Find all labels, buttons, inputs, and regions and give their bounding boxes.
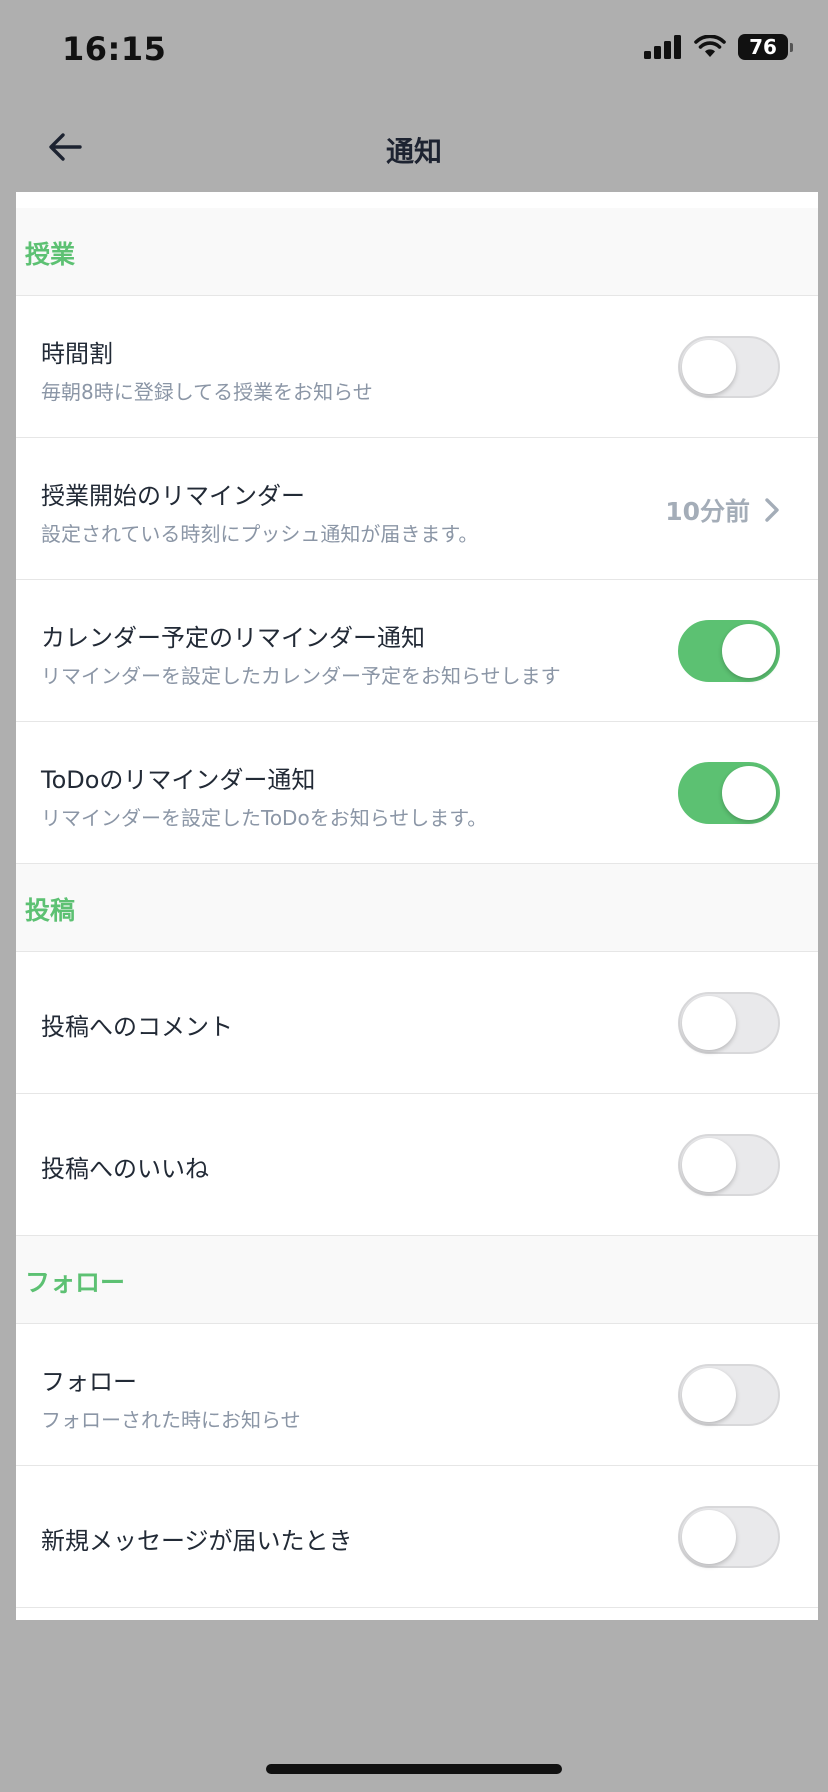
row-post-comments: 投稿へのコメント [16, 952, 818, 1094]
row-title: 新規メッセージが届いたとき [41, 1527, 353, 1555]
home-indicator [266, 1764, 562, 1774]
row-subtitle: 毎朝8時に登録してる授業をお知らせ [41, 380, 373, 404]
row-post-likes: 投稿へのいいね [16, 1094, 818, 1236]
row-new-message: 新規メッセージが届いたとき [16, 1466, 818, 1608]
todo-reminder-toggle[interactable] [678, 762, 780, 824]
post-comments-toggle[interactable] [678, 992, 780, 1054]
section-header-posts: 投稿 [16, 864, 818, 952]
toggle-knob [682, 340, 736, 394]
row-subtitle: フォローされた時にお知らせ [41, 1408, 301, 1432]
settings-list: 授業 時間割 毎朝8時に登録してる授業をお知らせ 授業開始のリマインダー 設定さ… [16, 208, 818, 1608]
reminder-time-value: 10分前 [665, 497, 750, 526]
section-title: 投稿 [25, 896, 76, 925]
status-bar: 16:15 76 [0, 0, 828, 100]
row-todo-reminder: ToDoのリマインダー通知 リマインダーを設定したToDoをお知らせします。 [16, 722, 818, 864]
toggle-knob [682, 1368, 736, 1422]
row-subtitle: リマインダーを設定したToDoをお知らせします。 [41, 806, 488, 830]
row-calendar-reminder: カレンダー予定のリマインダー通知 リマインダーを設定したカレンダー予定をお知らせ… [16, 580, 818, 722]
screen: 16:15 76 通知 授業 時間割 毎朝8時に登録してる授業をお知らせ 授業開… [0, 0, 828, 1792]
battery-icon: 76 [738, 34, 793, 60]
toggle-knob [682, 1138, 736, 1192]
row-subtitle: リマインダーを設定したカレンダー予定をお知らせします [41, 664, 561, 688]
row-title: カレンダー予定のリマインダー通知 [41, 624, 425, 652]
status-icons: 76 [644, 34, 793, 60]
toggle-knob [722, 766, 776, 820]
timetable-toggle[interactable] [678, 336, 780, 398]
section-header-class: 授業 [16, 208, 818, 296]
status-time: 16:15 [62, 30, 167, 68]
toggle-knob [682, 996, 736, 1050]
chevron-right-icon [765, 498, 779, 522]
reminder-time-selector[interactable]: 10分前 [665, 492, 780, 528]
section-title: フォロー [25, 1268, 126, 1297]
row-title: 時間割 [41, 340, 113, 368]
row-follow: フォロー フォローされた時にお知らせ [16, 1324, 818, 1466]
post-likes-toggle[interactable] [678, 1134, 780, 1196]
row-class-start-reminder[interactable]: 授業開始のリマインダー 設定されている時刻にプッシュ通知が届きます。 10分前 [16, 438, 818, 580]
section-header-follow: フォロー [16, 1236, 818, 1324]
nav-bar: 通知 [0, 100, 828, 192]
follow-toggle[interactable] [678, 1364, 780, 1426]
toggle-knob [682, 1510, 736, 1564]
cellular-signal-icon [644, 35, 681, 59]
toggle-knob [722, 624, 776, 678]
row-title: 授業開始のリマインダー [41, 482, 305, 510]
row-title: ToDoのリマインダー通知 [41, 766, 316, 794]
row-subtitle: 設定されている時刻にプッシュ通知が届きます。 [41, 522, 479, 546]
battery-level: 76 [749, 35, 777, 59]
settings-sheet: 授業 時間割 毎朝8時に登録してる授業をお知らせ 授業開始のリマインダー 設定さ… [16, 192, 818, 1620]
section-title: 授業 [25, 240, 76, 269]
wifi-icon [694, 35, 726, 57]
row-title: 投稿へのコメント [41, 1013, 233, 1041]
new-message-toggle[interactable] [678, 1506, 780, 1568]
row-title: フォロー [41, 1368, 137, 1396]
row-title: 投稿へのいいね [41, 1155, 209, 1183]
row-timetable: 時間割 毎朝8時に登録してる授業をお知らせ [16, 296, 818, 438]
page-title: 通知 [385, 135, 442, 168]
calendar-reminder-toggle[interactable] [678, 620, 780, 682]
